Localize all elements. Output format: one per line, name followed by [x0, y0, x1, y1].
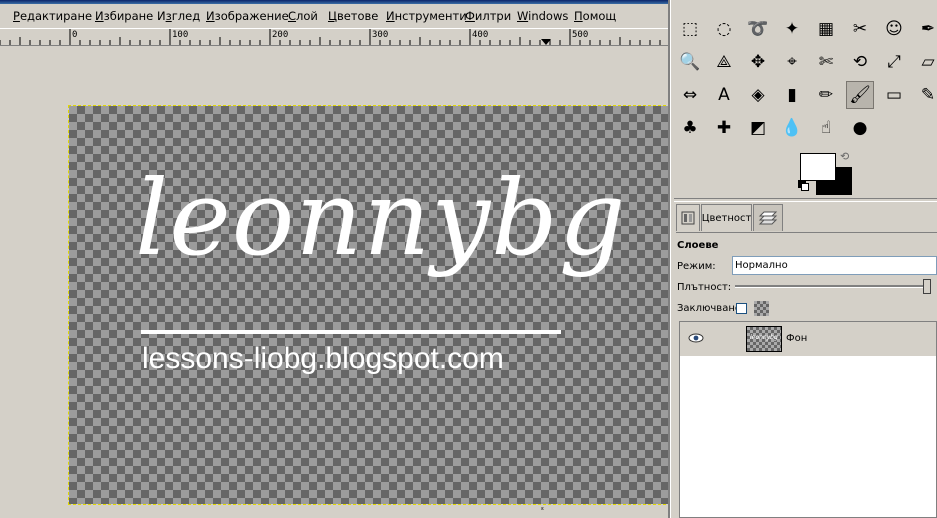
clone-icon[interactable]: ♣ — [676, 114, 704, 142]
default-colors-icon[interactable] — [798, 180, 809, 191]
ruler-label: 100 — [172, 30, 189, 40]
select-by-color-icon[interactable]: ▦ — [812, 15, 840, 43]
menu-select[interactable]: Избиране — [95, 9, 153, 23]
image-canvas[interactable]: leonnybg lessons-liobg.blogspot.com — [68, 105, 670, 505]
ruler-label: 0 — [72, 30, 78, 40]
image-window: Редактиране Избиране Изглед Изображение … — [0, 0, 670, 518]
ruler-label: 300 — [372, 30, 389, 40]
mode-label: Режим: — [677, 261, 716, 272]
ruler-label: 500 — [572, 30, 589, 40]
flip-icon[interactable]: ⇔ — [676, 81, 704, 109]
layer-thumbnail: leonnybg — [746, 326, 782, 352]
smudge-icon[interactable]: ☝ — [812, 114, 840, 142]
magnify-icon[interactable]: 🔍 — [676, 48, 704, 76]
heal-icon[interactable]: ✚ — [710, 114, 738, 142]
eye-icon[interactable] — [688, 331, 704, 345]
ruler-label: 400 — [472, 30, 489, 40]
menu-layer[interactable]: Слой — [288, 9, 318, 23]
menu-filters[interactable]: Филтри — [465, 9, 511, 23]
perspective-clone-icon[interactable]: ◩ — [744, 114, 772, 142]
horizontal-ruler[interactable]: 0 100 200 300 400 500 — [0, 28, 670, 46]
menu-edit[interactable]: Редактиране — [13, 9, 92, 23]
menu-view[interactable]: Изглед — [157, 9, 200, 23]
layer-name: Фон — [786, 333, 808, 344]
paths-icon[interactable]: ✒ — [914, 15, 937, 43]
fuzzy-select-icon[interactable]: ✦ — [778, 15, 806, 43]
rotate-icon[interactable]: ⟲ — [846, 48, 874, 76]
scissors-icon[interactable]: ✂ — [846, 15, 874, 43]
pointer-marker-icon — [541, 39, 551, 45]
paintbrush-icon[interactable]: 🖌 — [846, 81, 874, 109]
tab-colors-label: Цветност — [701, 212, 752, 224]
tab-colors[interactable]: Цветност — [701, 204, 752, 231]
dock-tabs: Цветност — [676, 204, 937, 232]
lock-label: Заключване: — [677, 303, 745, 314]
tab-channels[interactable] — [676, 204, 700, 231]
blend-icon[interactable]: ▮ — [778, 81, 806, 109]
canvas-area[interactable]: leonnybg lessons-liobg.blogspot.com ᵋ — [0, 46, 670, 518]
swap-colors-icon[interactable]: ⟲ — [840, 150, 849, 163]
scale-icon[interactable]: ⤢ — [880, 48, 908, 76]
menu-colors[interactable]: Цветове — [328, 9, 378, 23]
crop-icon[interactable]: ✄ — [812, 48, 840, 76]
channels-icon — [681, 211, 695, 225]
rect-select-icon[interactable]: ⬚ — [676, 15, 704, 43]
resize-marker-icon: ᵋ — [541, 506, 545, 516]
lock-pixels-checkbox[interactable] — [736, 303, 747, 314]
lock-alpha-icon[interactable] — [754, 301, 769, 316]
text-icon[interactable]: A — [710, 81, 738, 109]
eraser-icon[interactable]: ▭ — [880, 81, 908, 109]
ruler-ticks — [0, 29, 661, 45]
mode-select[interactable]: Нормално — [732, 256, 937, 275]
url-text: lessons-liobg.blogspot.com — [142, 342, 504, 375]
opacity-slider-handle[interactable] — [923, 279, 931, 294]
layers-panel-title: Слоеве — [677, 240, 719, 251]
tab-layers[interactable] — [753, 204, 783, 231]
ellipse-select-icon[interactable]: ◌ — [710, 15, 738, 43]
logo-underline — [141, 330, 561, 334]
dock-separator — [674, 198, 937, 202]
foreground-select-icon[interactable]: ☺ — [880, 15, 908, 43]
menu-help[interactable]: Помощ — [574, 9, 616, 23]
menu-bar: Редактиране Избиране Изглед Изображение … — [0, 4, 670, 27]
logo-text: leonnybg — [135, 157, 627, 279]
ruler-label: 200 — [272, 30, 289, 40]
menu-windows[interactable]: Windows — [517, 9, 568, 23]
opacity-label: Плътност: — [677, 282, 732, 293]
pencil-icon[interactable]: ✏ — [812, 81, 840, 109]
color-swatches[interactable]: ⟲ — [798, 150, 858, 196]
dock-tab-line — [676, 232, 937, 233]
layer-row[interactable]: leonnybg Фон — [680, 322, 936, 356]
dodge-burn-icon[interactable]: ● — [846, 114, 874, 142]
measure-icon[interactable]: ⟁ — [710, 48, 738, 76]
opacity-slider[interactable] — [735, 285, 931, 288]
airbrush-icon[interactable]: ✎ — [914, 81, 937, 109]
layers-icon — [758, 211, 778, 225]
bucket-fill-icon[interactable]: ◈ — [744, 81, 772, 109]
move-icon[interactable]: ✥ — [744, 48, 772, 76]
blur-icon[interactable]: 💧 — [778, 114, 806, 142]
menu-image[interactable]: Изображение — [206, 9, 289, 23]
menu-tools[interactable]: Инструменти — [386, 9, 467, 23]
shear-icon[interactable]: ▱ — [914, 48, 937, 76]
layer-thumbnail-text: leonnybg — [750, 334, 778, 341]
foreground-color[interactable] — [800, 153, 836, 181]
align-icon[interactable]: ⌖ — [778, 48, 806, 76]
layer-list[interactable]: leonnybg Фон — [679, 321, 937, 518]
lasso-icon[interactable]: ➰ — [744, 15, 772, 43]
